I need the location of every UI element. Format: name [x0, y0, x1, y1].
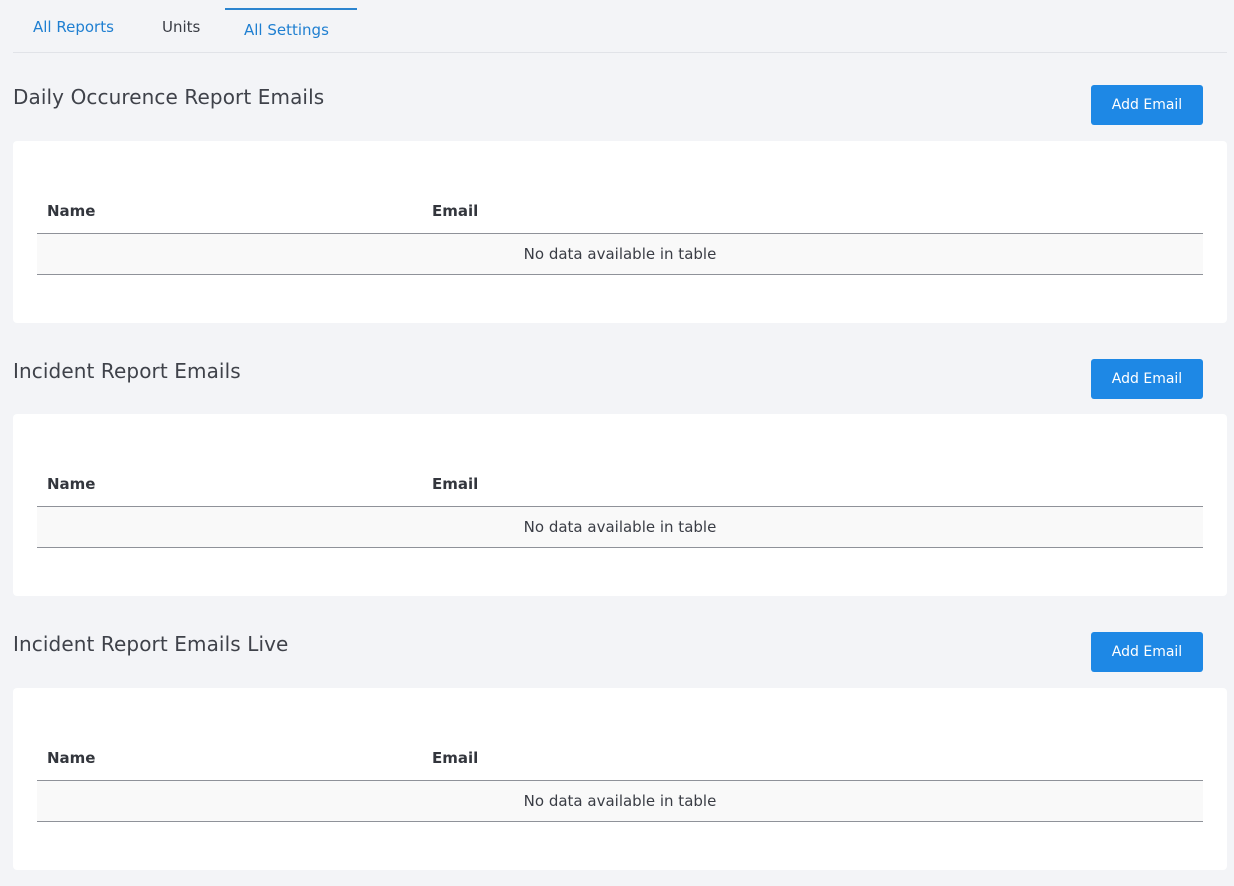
table-card-incident-report: Name Email No data available in table: [13, 414, 1227, 596]
add-email-button-daily-occurence[interactable]: Add Email: [1091, 85, 1203, 125]
column-header-email[interactable]: Email: [432, 202, 478, 220]
section-title-daily-occurence: Daily Occurence Report Emails: [13, 85, 325, 109]
empty-table-message: No data available in table: [37, 781, 1203, 822]
table-card-daily-occurence: Name Email No data available in table: [13, 141, 1227, 323]
table-header: Name Email: [37, 736, 1203, 781]
section-title-incident-report: Incident Report Emails: [13, 359, 241, 383]
table-header: Name Email: [37, 462, 1203, 507]
column-header-name[interactable]: Name: [47, 749, 95, 767]
email-table: Name Email No data available in table: [37, 189, 1203, 275]
empty-table-message: No data available in table: [37, 234, 1203, 275]
tab-all-settings-label: All Settings: [244, 21, 329, 39]
column-header-name[interactable]: Name: [47, 202, 95, 220]
section-title-incident-report-live: Incident Report Emails Live: [13, 632, 289, 656]
column-header-email[interactable]: Email: [432, 475, 478, 493]
empty-table-message: No data available in table: [37, 507, 1203, 548]
table-card-incident-report-live: Name Email No data available in table: [13, 688, 1227, 870]
column-header-name[interactable]: Name: [47, 475, 95, 493]
email-table: Name Email No data available in table: [37, 736, 1203, 822]
column-header-email[interactable]: Email: [432, 749, 478, 767]
add-email-button-incident-report-live[interactable]: Add Email: [1091, 632, 1203, 672]
tab-bar: All Reports Units All Settings: [13, 0, 1227, 53]
settings-page: All Reports Units All Settings Daily Occ…: [0, 0, 1234, 886]
tab-all-settings[interactable]: All Settings: [225, 8, 357, 53]
tab-units-label: Units: [162, 18, 201, 36]
tab-all-reports-label: All Reports: [33, 18, 114, 36]
add-email-button-incident-report[interactable]: Add Email: [1091, 359, 1203, 399]
table-header: Name Email: [37, 189, 1203, 234]
email-table: Name Email No data available in table: [37, 462, 1203, 548]
